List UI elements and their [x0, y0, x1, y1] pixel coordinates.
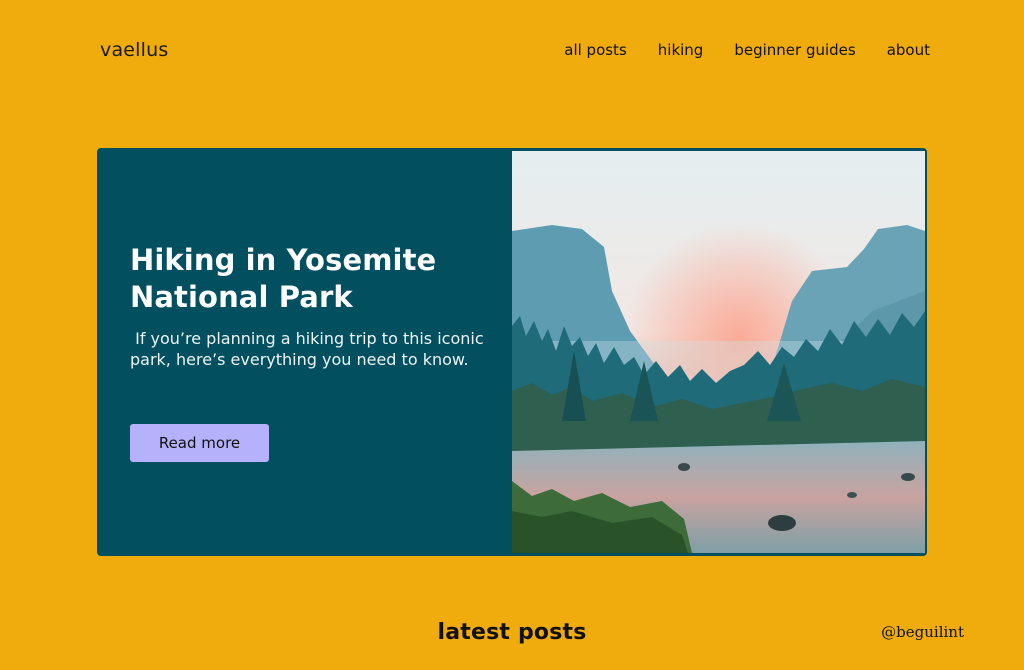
- credit-handle[interactable]: @beguilint: [881, 623, 964, 641]
- yosemite-landscape-image: [512, 151, 925, 553]
- featured-post-text: Hiking in Yosemite National Park If you’…: [130, 242, 490, 370]
- site-header: vaellus all posts hiking beginner guides…: [0, 0, 1024, 100]
- nav-link-all-posts[interactable]: all posts: [564, 41, 627, 59]
- site-logo[interactable]: vaellus: [100, 39, 168, 61]
- nav-link-hiking[interactable]: hiking: [658, 41, 704, 59]
- nav-link-about[interactable]: about: [887, 41, 930, 59]
- latest-posts-heading: latest posts: [437, 620, 587, 645]
- main-nav: all posts hiking beginner guides about: [564, 41, 930, 59]
- featured-post-description: If you’re planning a hiking trip to this…: [130, 329, 489, 369]
- read-more-button[interactable]: Read more: [130, 424, 269, 462]
- nav-link-beginner-guides[interactable]: beginner guides: [734, 41, 855, 59]
- featured-post-title: Hiking in Yosemite National Park: [130, 243, 437, 314]
- featured-post-card: Hiking in Yosemite National Park If you’…: [97, 148, 927, 556]
